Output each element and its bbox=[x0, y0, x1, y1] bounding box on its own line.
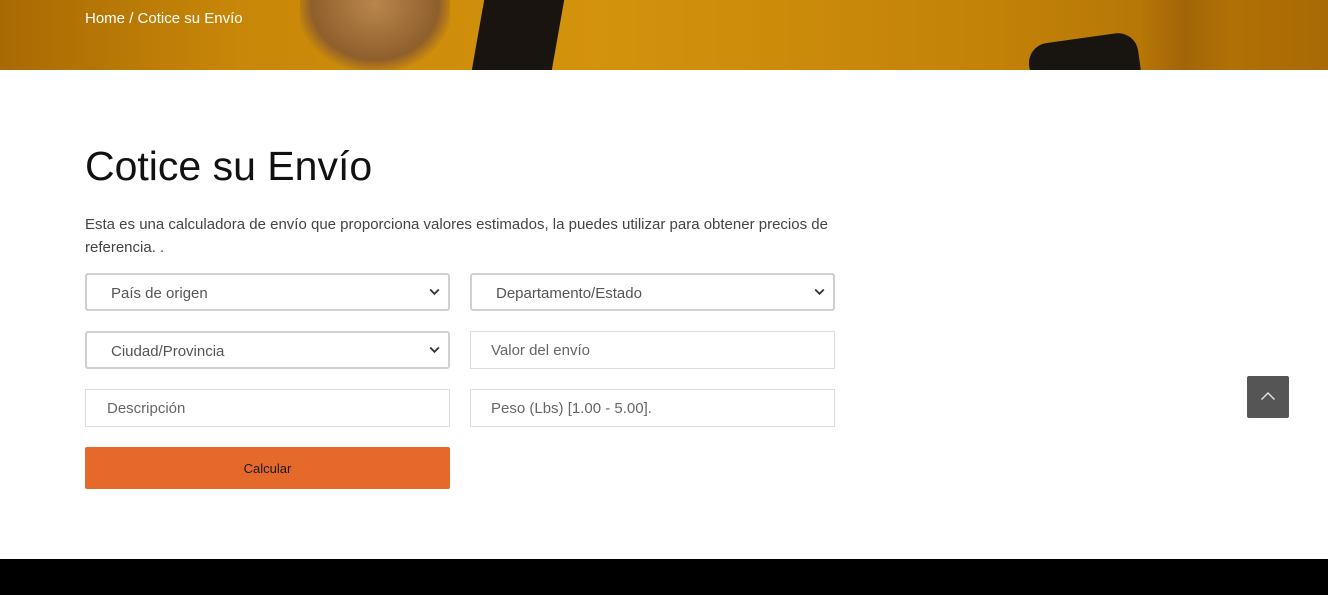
calculate-button[interactable]: Calcular bbox=[85, 447, 450, 489]
description-input[interactable] bbox=[85, 389, 450, 427]
origin-country-select[interactable]: País de origen bbox=[85, 273, 450, 311]
hero-image-fold bbox=[1140, 0, 1230, 70]
page-description: Esta es una calculadora de envío que pro… bbox=[85, 216, 828, 256]
weight-input[interactable] bbox=[470, 389, 835, 427]
department-state-select[interactable]: Departamento/Estado bbox=[470, 273, 835, 311]
breadcrumb-home-link[interactable]: Home bbox=[85, 10, 125, 27]
breadcrumb: Home / Cotice su Envío bbox=[85, 10, 243, 27]
origin-country-selected: País de origen bbox=[111, 284, 208, 302]
city-province-selected: Ciudad/Provincia bbox=[111, 342, 225, 360]
page-title: Cotice su Envío bbox=[85, 143, 373, 189]
chevron-down-icon bbox=[420, 333, 448, 367]
shipment-value-input[interactable] bbox=[470, 331, 835, 369]
breadcrumb-separator: / bbox=[129, 10, 134, 27]
breadcrumb-current: Cotice su Envío bbox=[137, 10, 243, 27]
chevron-down-icon bbox=[805, 275, 833, 309]
chevron-up-icon bbox=[1260, 388, 1276, 406]
city-province-select[interactable]: Ciudad/Provincia bbox=[85, 331, 450, 369]
hero-image-bag bbox=[1026, 30, 1144, 70]
department-state-selected: Departamento/Estado bbox=[496, 284, 642, 302]
hero-image-arm bbox=[300, 0, 450, 70]
footer bbox=[0, 559, 1328, 595]
hero-image-strap bbox=[470, 0, 566, 70]
scroll-to-top-button[interactable] bbox=[1247, 376, 1289, 418]
hero-banner: Home / Cotice su Envío bbox=[0, 0, 1328, 70]
chevron-down-icon bbox=[420, 275, 448, 309]
